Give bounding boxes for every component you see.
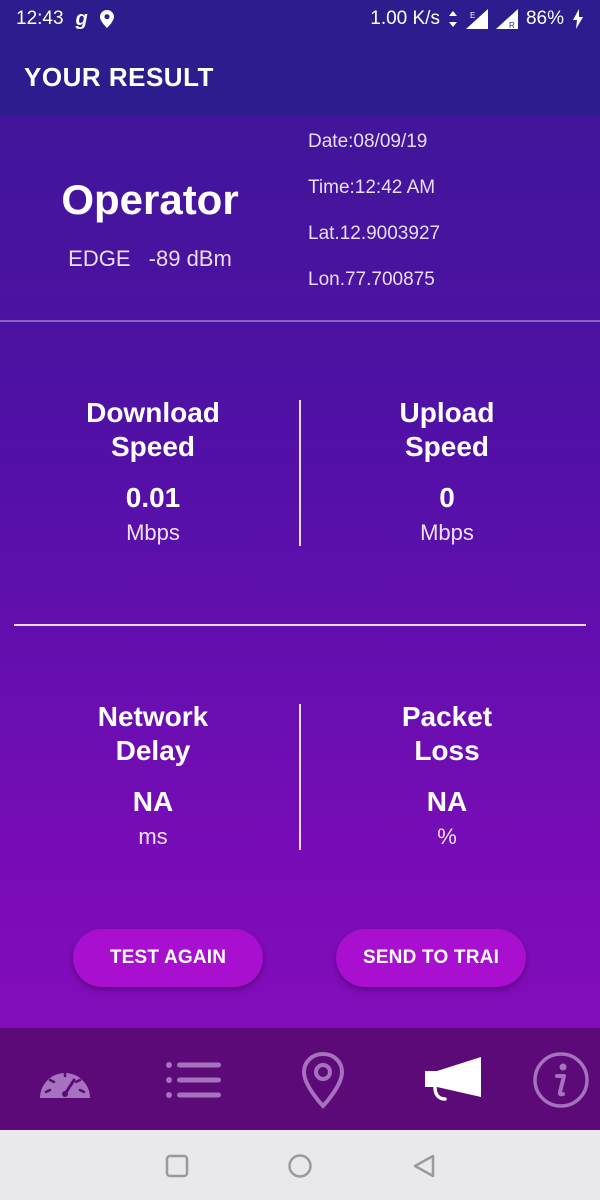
loss-label-line2: Loss [414,735,480,766]
upload-unit: Mbps [420,520,474,545]
signal-r-icon: R [495,9,518,29]
operator-section: Operator EDGE -89 dBm Date:08/09/19 Time… [0,116,600,320]
loss-value: NA [426,786,468,817]
send-to-trai-button[interactable]: SEND TO TRAI [336,929,526,987]
bottom-nav [0,1028,600,1130]
download-label-line1: Download [86,397,220,428]
packet-loss-metric: Packet Loss NA % [297,700,597,850]
divider-top [0,320,600,322]
divider-middle [14,624,586,626]
loss-label-line1: Packet [401,701,493,732]
g-app-icon: g [75,7,88,30]
network-speed: 1.00 K/s [370,8,440,29]
upload-label-line1: Upload [399,397,495,428]
upload-value: 0 [439,482,455,513]
svg-text:R: R [509,21,515,29]
status-left: 12:43 g [16,8,114,31]
test-date: Date:08/09/19 [308,131,428,152]
data-arrows-icon [448,11,458,27]
download-label-line2: Speed [110,431,196,462]
delay-label-line2: Delay [115,735,191,766]
list-icon[interactable] [158,1050,228,1110]
operator-name: Operator [61,176,239,223]
recents-square-icon[interactable] [163,1152,191,1180]
upload-label-line2: Speed [404,431,490,462]
home-circle-icon[interactable] [286,1152,314,1180]
page-title: YOUR RESULT [24,61,214,92]
delay-unit: ms [138,824,168,849]
info-icon[interactable] [526,1050,596,1110]
operator-network-info: EDGE -89 dBm [0,246,300,272]
status-time: 12:43 [16,8,64,29]
test-again-button[interactable]: TEST AGAIN [73,929,263,987]
signal-e-icon: E [465,9,488,29]
battery-charging-icon [572,9,584,29]
download-unit: Mbps [126,520,180,545]
svg-text:E: E [470,11,475,20]
network-delay-metric: Network Delay NA ms [3,700,303,850]
status-bar: 12:43 g 1.00 K/s E R 86% [0,0,600,38]
download-speed-metric: Download Speed 0.01 Mbps [3,396,303,546]
battery-percent: 86% [525,8,564,29]
location-pin-icon[interactable] [288,1050,358,1110]
test-time: Time:12:42 AM [308,177,436,198]
signal-strength: -89 dBm [148,246,232,271]
location-pin-icon [99,10,114,28]
speedometer-icon[interactable] [30,1050,100,1110]
loss-unit: % [437,824,457,849]
delay-label-line1: Network [97,701,209,732]
longitude: Lon.77.700875 [308,269,435,290]
latitude: Lat.12.9003927 [308,223,441,244]
download-value: 0.01 [125,482,181,513]
app-bar: YOUR RESULT [0,38,600,116]
app-screen: 12:43 g 1.00 K/s E R 86% YOUR RESULT Ope… [0,0,600,1200]
megaphone-icon[interactable] [418,1050,488,1110]
status-right: 1.00 K/s E R 86% [370,8,584,30]
system-nav [0,1130,600,1200]
back-triangle-icon[interactable] [410,1152,438,1180]
delay-value: NA [132,786,174,817]
upload-speed-metric: Upload Speed 0 Mbps [297,396,597,546]
network-type: EDGE [68,246,131,271]
